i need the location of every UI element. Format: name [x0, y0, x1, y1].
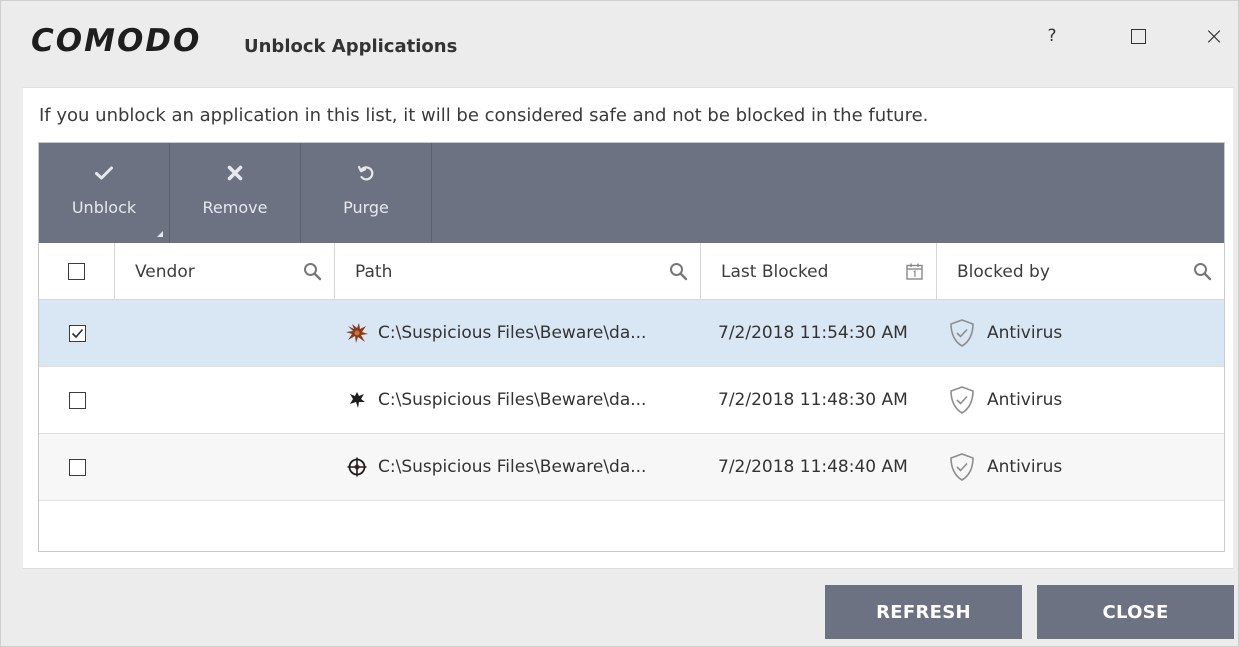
path-header-label: Path	[355, 261, 393, 282]
row-checkbox[interactable]	[68, 458, 86, 476]
search-icon[interactable]	[669, 262, 688, 286]
vendor-cell	[115, 367, 335, 434]
purge-button[interactable]: Purge	[301, 143, 432, 243]
blocked-by-text: Antivirus	[987, 323, 1063, 343]
blocked-by-cell: Antivirus	[937, 434, 1224, 501]
remove-label: Remove	[202, 198, 268, 217]
path-text: C:\Suspicious Files\Beware\da...	[378, 390, 647, 410]
unblock-label: Unblock	[71, 198, 137, 217]
blocked-apps-grid: Unblock Remove Purge Vendor Path Last Bl…	[38, 142, 1225, 552]
vendor-header-label: Vendor	[135, 261, 195, 282]
malware-black-icon	[345, 388, 369, 412]
path-cell: C:\Suspicious Files\Beware\da...	[335, 300, 701, 367]
header-select-all	[39, 243, 115, 300]
search-icon[interactable]	[303, 262, 322, 286]
path-cell: C:\Suspicious Files\Beware\da...	[335, 434, 701, 501]
blocked-by-text: Antivirus	[987, 457, 1063, 477]
column-header-last-blocked[interactable]: Last Blocked	[701, 243, 937, 300]
help-button[interactable]: ?	[1032, 19, 1072, 53]
path-cell: C:\Suspicious Files\Beware\da...	[335, 367, 701, 434]
calendar-icon[interactable]	[905, 262, 924, 286]
blocked-by-text: Antivirus	[987, 390, 1063, 410]
x-icon	[227, 161, 243, 185]
select-all-checkbox[interactable]	[68, 263, 85, 280]
refresh-button[interactable]: REFRESH	[825, 585, 1022, 639]
maximize-button[interactable]	[1118, 19, 1158, 53]
target-icon	[345, 455, 369, 479]
table-body: C:\Suspicious Files\Beware\da... 7/2/201…	[39, 300, 1224, 501]
column-header-path[interactable]: Path	[335, 243, 701, 300]
path-text: C:\Suspicious Files\Beware\da...	[378, 323, 647, 343]
table-row[interactable]: C:\Suspicious Files\Beware\da... 7/2/201…	[39, 434, 1224, 501]
blocked-by-header-label: Blocked by	[957, 261, 1050, 282]
column-header-blocked-by[interactable]: Blocked by	[937, 243, 1224, 300]
last-blocked-cell: 7/2/2018 11:48:40 AM	[718, 457, 908, 477]
last-blocked-header-label: Last Blocked	[721, 261, 829, 282]
shield-check-icon	[950, 386, 974, 414]
shield-check-icon	[950, 319, 974, 347]
blocked-by-cell: Antivirus	[937, 367, 1224, 434]
row-checkbox[interactable]	[68, 391, 86, 409]
toolbar: Unblock Remove Purge	[39, 143, 1224, 243]
info-text: If you unblock an application in this li…	[39, 105, 929, 126]
path-text: C:\Suspicious Files\Beware\da...	[378, 457, 647, 477]
close-window-button[interactable]: ×	[1194, 19, 1234, 53]
last-blocked-cell: 7/2/2018 11:54:30 AM	[718, 323, 908, 343]
row-check-cell	[39, 300, 115, 367]
unblock-button[interactable]: Unblock	[39, 143, 170, 243]
row-checkbox-checked[interactable]	[68, 324, 86, 342]
comodo-logo: COMODO	[31, 23, 202, 59]
maximize-icon	[1130, 28, 1146, 44]
table-header: Vendor Path Last Blocked Blocked by	[39, 243, 1224, 300]
title-bar: COMODO Unblock Applications ? ×	[1, 1, 1238, 87]
last-blocked-cell: 7/2/2018 11:48:30 AM	[718, 390, 908, 410]
vendor-cell	[115, 434, 335, 501]
dialog-title: Unblock Applications	[244, 36, 458, 57]
malware-brown-icon	[345, 321, 369, 345]
close-button[interactable]: CLOSE	[1037, 585, 1234, 639]
column-header-vendor[interactable]: Vendor	[115, 243, 335, 300]
blocked-by-cell: Antivirus	[937, 300, 1224, 367]
row-check-cell	[39, 367, 115, 434]
shield-check-icon	[950, 453, 974, 481]
purge-label: Purge	[343, 198, 389, 217]
dropdown-corner-icon	[157, 231, 163, 237]
table-row[interactable]: C:\Suspicious Files\Beware\da... 7/2/201…	[39, 367, 1224, 434]
remove-button[interactable]: Remove	[170, 143, 301, 243]
refresh-arrow-icon	[357, 161, 375, 185]
unblock-applications-window: COMODO Unblock Applications ? × If you u…	[0, 0, 1239, 647]
vendor-cell	[115, 300, 335, 367]
search-icon[interactable]	[1193, 262, 1212, 286]
check-icon	[95, 161, 113, 185]
content-panel: If you unblock an application in this li…	[23, 87, 1233, 569]
row-check-cell	[39, 434, 115, 501]
table-row[interactable]: C:\Suspicious Files\Beware\da... 7/2/201…	[39, 300, 1224, 367]
